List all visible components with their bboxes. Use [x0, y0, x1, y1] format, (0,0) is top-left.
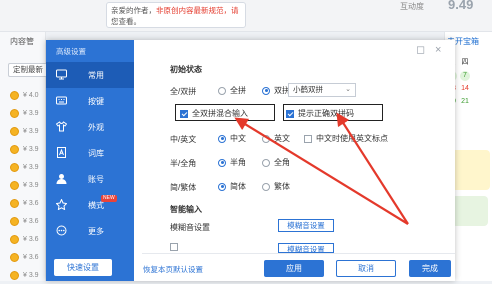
content-manage-tab[interactable]: 内容管 — [10, 36, 34, 47]
nav-item-more[interactable]: 更多 — [46, 218, 134, 244]
list-item: ¥ 3.6 — [10, 194, 50, 212]
radio-circle — [262, 134, 270, 143]
checkbox — [286, 109, 294, 118]
nav-item-dictionary[interactable]: 词库 — [46, 140, 134, 166]
interaction-label: 互动度 — [400, 2, 424, 11]
advanced-settings-dialog: 高级设置 常用 按键 外观 词库 账号 横式 NEW 更多 快速设置 ◻ × 初… — [46, 40, 455, 281]
nav-label: 更多 — [88, 226, 104, 236]
chevron-down-icon: ⌄ — [345, 86, 351, 93]
notice-text: 亲爱的作者， — [111, 6, 156, 15]
coin-icon — [10, 216, 19, 226]
nav-label: 外观 — [88, 122, 104, 132]
settings-content: 初始状态 全/双拼 全拼 双拼 小鹤双拼 ⌄ 全双拼混合输入 提示正确双拼码 中… — [142, 40, 455, 281]
radio-circle — [262, 182, 270, 191]
apply-button[interactable]: 应用 — [264, 260, 324, 277]
radio-circle — [218, 134, 226, 143]
list-item: ¥ 4.0 — [10, 86, 50, 104]
more-icon — [56, 225, 67, 236]
new-badge: NEW — [101, 195, 117, 202]
radio-circle — [218, 86, 226, 95]
account-icon — [56, 174, 67, 184]
check-fuzzy[interactable] — [170, 243, 182, 251]
coin-icon — [10, 90, 19, 100]
fuzzy-label: 模糊音设置 — [170, 223, 210, 232]
nav-item-keys[interactable]: 按键 — [46, 88, 134, 114]
coin-icon — [10, 144, 19, 154]
list-item: ¥ 3.9 — [10, 176, 50, 194]
cancel-button[interactable]: 取消 — [336, 260, 396, 277]
plant-illustration — [452, 196, 488, 226]
coin-icon — [10, 162, 19, 172]
layout-icon — [56, 199, 67, 210]
coin-icon — [10, 180, 19, 190]
settings-nav: 常用 按键 外观 词库 账号 横式 NEW 更多 — [46, 62, 134, 244]
list-item: ¥ 3.6 — [10, 212, 50, 230]
keyboard-icon — [56, 96, 67, 105]
list-item: ¥ 3.6 — [10, 248, 50, 266]
radio-double-pinyin[interactable]: 双拼 — [262, 85, 290, 96]
half-full-label: 半/全角 — [170, 159, 197, 168]
radio-half-width[interactable]: 半角 — [218, 157, 246, 168]
dialog-footer: 恢复本页默认设置 应用 取消 完成 — [134, 254, 455, 281]
coin-icon — [10, 234, 19, 244]
checkbox — [304, 134, 312, 143]
coin-icon — [10, 252, 19, 262]
list-item: ¥ 3.9 — [10, 158, 50, 176]
list-item: ¥ 3.9 — [10, 266, 50, 284]
check-hybrid-input[interactable]: 全双拼混合输入 — [180, 108, 248, 119]
radio-circle — [218, 158, 226, 167]
nav-label: 词库 — [88, 148, 104, 158]
radio-chinese[interactable]: 中文 — [218, 133, 246, 144]
nav-item-account[interactable]: 账号 — [46, 166, 134, 192]
check-correct-code-hint[interactable]: 提示正确双拼码 — [286, 108, 354, 119]
monitor-icon — [56, 69, 67, 80]
list-item: ¥ 3.9 — [10, 140, 50, 158]
radio-full-width[interactable]: 全角 — [262, 157, 290, 168]
restore-default-link[interactable]: 恢复本页默认设置 — [143, 264, 203, 275]
nav-item-layout[interactable]: 横式 NEW — [46, 192, 134, 218]
quick-settings-button[interactable]: 快速设置 — [54, 259, 112, 276]
checkbox — [180, 109, 188, 118]
beach-illustration — [450, 150, 490, 190]
shirt-icon — [56, 121, 67, 132]
simp-trad-label: 简/繁体 — [170, 183, 197, 192]
radio-circle — [218, 182, 226, 191]
done-button[interactable]: 完成 — [409, 260, 451, 277]
fuzzy-settings-button[interactable]: 模糊音设置 — [278, 219, 334, 232]
radio-traditional[interactable]: 繁体 — [262, 181, 290, 192]
radio-circle — [262, 86, 270, 95]
check-english-punct[interactable]: 中文时使用英文标点 — [304, 133, 388, 144]
notice-link[interactable]: 非原创内容最新规范，请 — [156, 6, 239, 15]
nav-label: 账号 — [88, 174, 104, 184]
list-item: ¥ 3.9 — [10, 104, 50, 122]
settings-sidebar: 高级设置 常用 按键 外观 词库 账号 横式 NEW 更多 快速设置 — [46, 40, 134, 281]
list-item: ¥ 3.6 — [10, 230, 50, 248]
nav-item-common[interactable]: 常用 — [46, 62, 134, 88]
nav-label: 常用 — [88, 70, 104, 80]
coin-icon — [10, 198, 19, 208]
coin-icon — [10, 126, 19, 136]
section-initial-state: 初始状态 — [170, 65, 202, 74]
double-pinyin-scheme-select[interactable]: 小鹤双拼 ⌄ — [288, 83, 356, 97]
nav-label: 按键 — [88, 96, 104, 106]
radio-circle — [262, 158, 270, 167]
dictionary-icon — [57, 147, 66, 158]
radio-simplified[interactable]: 简体 — [218, 181, 246, 192]
nav-item-appearance[interactable]: 外观 — [46, 114, 134, 140]
radio-full-pinyin[interactable]: 全拼 — [218, 85, 246, 96]
fuzzy-settings-button-2[interactable]: 模糊音设置 — [278, 243, 334, 254]
full-double-label: 全/双拼 — [170, 87, 197, 96]
list-item: ¥ 3.9 — [10, 122, 50, 140]
coin-icon — [10, 108, 19, 118]
interaction-score: 9.49 — [448, 0, 474, 12]
section-smart-input: 智能输入 — [170, 205, 202, 214]
notice-text-2: 您查看。 — [111, 17, 141, 26]
dialog-title: 高级设置 — [56, 47, 86, 56]
author-notice[interactable]: 亲爱的作者，非原创内容最新规范，请 您查看。 — [106, 2, 246, 28]
checkbox — [170, 243, 178, 251]
income-list: ¥ 4.0 ¥ 3.9 ¥ 3.9 ¥ 3.9 ¥ 3.9 ¥ 3.9 ¥ 3.… — [10, 86, 50, 284]
coin-icon — [10, 270, 19, 280]
cn-en-label: 中/英文 — [170, 135, 197, 144]
radio-english[interactable]: 英文 — [262, 133, 290, 144]
